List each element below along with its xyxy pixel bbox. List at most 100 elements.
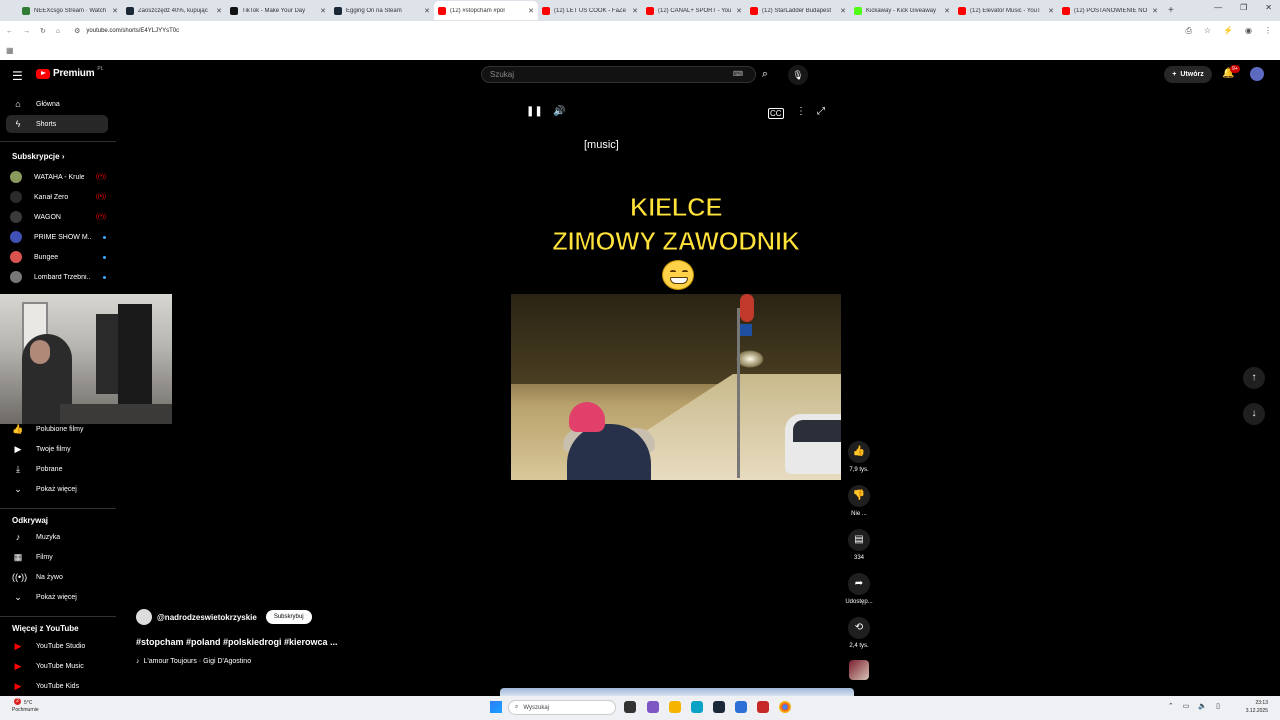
volume-icon[interactable]: 🔊 (553, 106, 565, 117)
browser-tab[interactable]: (12) StarLadder Budapest ✕ (746, 1, 850, 20)
minimize-icon[interactable]: — (1214, 3, 1222, 12)
tray-chevron-icon[interactable]: ⌃ (1168, 702, 1174, 710)
keyboard-icon[interactable]: ⌨ (733, 70, 743, 78)
home-browser-icon[interactable]: ⌂ (56, 28, 60, 35)
tab-close-icon[interactable]: ✕ (320, 7, 326, 15)
url-field[interactable]: ⚙ youtube.com/shorts/E4YLJYYsT0c (74, 27, 1154, 35)
sidebar-item[interactable]: ▶ YouTube Music (6, 657, 108, 675)
subscription-item[interactable]: Kanał Zero ((•)) (10, 189, 106, 205)
sidebar-item[interactable]: ▦ Filmy (6, 548, 108, 566)
sidebar-item-home[interactable]: ⌂ Główna (6, 95, 108, 113)
subscription-item[interactable]: WAGON ((•)) (10, 209, 106, 225)
browser-tab[interactable]: (12) POSTANOWIENIE NO ✕ (1058, 1, 1162, 20)
extensions-icon[interactable]: ⚡ (1223, 26, 1233, 36)
like-button[interactable]: 👍 (848, 441, 870, 463)
browser-tab[interactable]: Kickaway - Kick Giveaway ✕ (850, 1, 954, 20)
browser-tab[interactable]: (12) Elevator Music - YouT ✕ (954, 1, 1058, 20)
file-explorer-icon[interactable] (669, 701, 681, 713)
sidebar-item[interactable]: ♪ Muzyka (6, 528, 108, 546)
browser-tab[interactable]: (12) LET US COOK - FaZe ✕ (538, 1, 642, 20)
browser-tab[interactable]: (12) CANAL+ SPORT - You ✕ (642, 1, 746, 20)
create-button[interactable]: + Utwórz (1164, 66, 1212, 83)
edge-icon[interactable] (691, 701, 703, 713)
shorts-player[interactable]: ❚❚ 🔊 CC ⋮ ⤢ [music] KIELCE ZIMOWY ZAWODN… (511, 94, 841, 680)
subscription-item[interactable]: PRIME SHOW M... (10, 229, 106, 245)
browser-tab[interactable]: Egging On na Steam ✕ (330, 1, 434, 20)
subscribe-button[interactable]: Subskrybuj (265, 610, 312, 624)
browser-tab[interactable]: Zaoszczędź 40%, kupując ✕ (122, 1, 226, 20)
subscription-item[interactable]: Bungee (10, 249, 106, 265)
tab-close-icon[interactable]: ✕ (528, 7, 534, 15)
hamburger-menu-icon[interactable]: ☰ (12, 69, 23, 83)
back-icon[interactable]: ← (6, 28, 13, 35)
tab-close-icon[interactable]: ✕ (216, 7, 222, 15)
music-line[interactable]: ♪ L'amour Toujours · Gigi D'Agostino (136, 658, 251, 665)
tab-close-icon[interactable]: ✕ (632, 7, 638, 15)
dislike-button[interactable]: 👎 (848, 485, 870, 507)
account-avatar[interactable] (1250, 67, 1264, 81)
maximize-icon[interactable]: ❐ (1240, 3, 1247, 12)
sound-thumbnail[interactable] (849, 660, 869, 680)
sidebar-item[interactable]: ((•)) Na żywo (6, 568, 108, 586)
search-input[interactable] (490, 70, 730, 79)
battery-icon[interactable]: ▯ (1216, 702, 1220, 710)
app-icon[interactable] (735, 701, 747, 713)
sidebar-item-shorts[interactable]: ϟ Shorts (6, 115, 108, 133)
browser-menu-icon[interactable]: ⋮ (1264, 26, 1272, 36)
pause-icon[interactable]: ❚❚ (526, 106, 543, 117)
fullscreen-icon[interactable]: ⤢ (817, 106, 825, 117)
forward-icon[interactable]: → (23, 28, 30, 35)
new-tab-button[interactable]: + (1168, 5, 1174, 16)
previous-short-button[interactable]: ↑ (1243, 367, 1265, 389)
subscription-item[interactable]: Lombard Trzebni... (10, 269, 106, 285)
site-info-icon[interactable]: ⚙ (74, 27, 80, 35)
tab-close-icon[interactable]: ✕ (112, 7, 118, 15)
sidebar-item[interactable]: ▶ YouTube Kids (6, 677, 108, 695)
channel-name[interactable]: @nadrodzeswietokrzyskie (157, 613, 257, 622)
tab-close-icon[interactable]: ✕ (1152, 7, 1158, 15)
sidebar-item[interactable]: ▶ Twoje filmy (6, 440, 108, 458)
sidebar-item[interactable]: ▶ YouTube Studio (6, 637, 108, 655)
volume-icon[interactable]: 🔈 (1198, 702, 1207, 710)
subscriptions-heading[interactable]: Subskrypcje › (12, 152, 64, 161)
tab-close-icon[interactable]: ✕ (840, 7, 846, 15)
remix-button[interactable]: ⟲ (848, 617, 870, 639)
next-short-button[interactable]: ↓ (1243, 403, 1265, 425)
profile-icon[interactable]: ◉ (1245, 26, 1252, 36)
captions-icon[interactable]: CC (768, 108, 784, 119)
subscription-item[interactable]: WATAHA - Krule... ((•)) (10, 169, 106, 185)
search-button[interactable]: ⌕ (756, 66, 774, 83)
tab-close-icon[interactable]: ✕ (736, 7, 742, 15)
steam-icon[interactable] (713, 701, 725, 713)
copilot-icon[interactable] (647, 701, 659, 713)
tab-close-icon[interactable]: ✕ (944, 7, 950, 15)
taskbar-search[interactable]: ⌕ Wyszukaj (508, 700, 616, 715)
comments-button[interactable]: ▤ (848, 529, 870, 551)
chrome-icon[interactable] (779, 701, 791, 713)
sidebar-item[interactable]: ⌄ Pokaż więcej (6, 588, 108, 606)
reload-icon[interactable]: ↻ (40, 27, 46, 35)
tab-close-icon[interactable]: ✕ (424, 7, 430, 15)
task-view-icon[interactable] (624, 701, 636, 713)
sidebar-item[interactable]: ⌄ Pokaż więcej (6, 480, 108, 498)
channel-avatar[interactable] (136, 609, 152, 625)
youtube-premium-logo[interactable]: Premium PL (36, 66, 104, 79)
more-options-icon[interactable]: ⋮ (796, 106, 806, 117)
browser-tab[interactable]: NEEXcsgo Stream · Watch ✕ (18, 1, 122, 20)
video-title[interactable]: #stopcham #poland #polskiedrogi #kierowc… (136, 637, 338, 647)
apps-grid-icon[interactable]: ▦ (6, 46, 14, 55)
close-window-icon[interactable]: ✕ (1265, 3, 1272, 12)
clock[interactable]: 23:13 3.12.2025 (1246, 699, 1268, 715)
install-app-icon[interactable]: ⎙ (1185, 26, 1191, 36)
bookmark-star-icon[interactable]: ☆ (1204, 26, 1211, 36)
network-icon[interactable]: ▭ (1183, 702, 1190, 710)
browser-tab[interactable]: TikTok - Make Your Day ✕ (226, 1, 330, 20)
tab-close-icon[interactable]: ✕ (1048, 7, 1054, 15)
windows-start-icon[interactable] (490, 701, 502, 713)
share-button[interactable]: ➦ (848, 573, 870, 595)
sidebar-item[interactable]: ⤓ Pobrane (6, 460, 108, 478)
app-icon[interactable] (757, 701, 769, 713)
browser-tab[interactable]: (12) #stopcham #pol ✕ (434, 1, 538, 20)
voice-search-button[interactable]: 🎙 (788, 65, 808, 85)
url-text[interactable]: youtube.com/shorts/E4YLJYYsT0c (86, 28, 179, 34)
